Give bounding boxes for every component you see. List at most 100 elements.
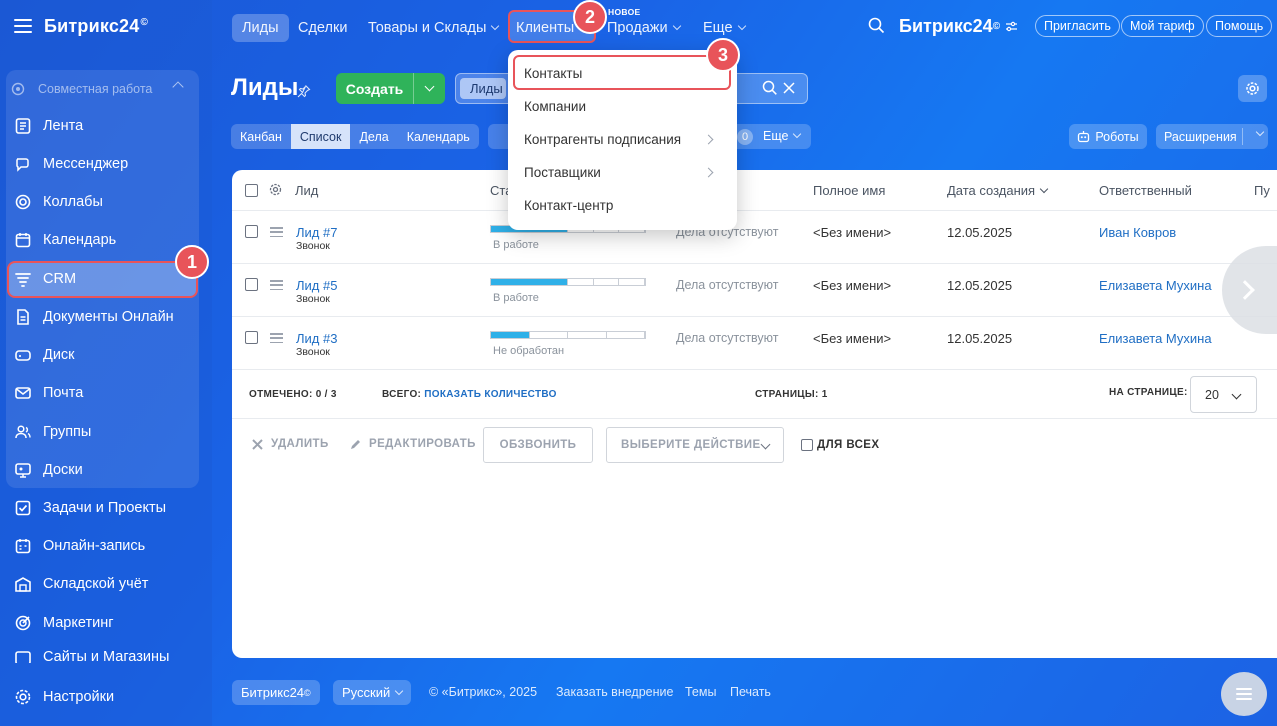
- board-icon: [15, 463, 31, 478]
- themes-link[interactable]: Темы: [685, 685, 716, 699]
- step-badge-2: 2: [573, 0, 607, 34]
- help-button[interactable]: Помощь: [1206, 15, 1273, 37]
- sidebar-item-mail[interactable]: Почта: [14, 381, 194, 405]
- column-header-responsible[interactable]: Ответственный: [1099, 183, 1192, 198]
- menu-item-contact-center[interactable]: Контакт-центр: [524, 198, 613, 213]
- sidebar-item-crm[interactable]: CRM: [14, 267, 194, 291]
- tab-sales[interactable]: Продажи: [607, 14, 681, 42]
- search-icon[interactable]: [762, 80, 778, 96]
- lead-source: Звонок: [296, 293, 330, 305]
- select-all-checkbox[interactable]: [245, 184, 258, 197]
- print-link[interactable]: Печать: [730, 685, 771, 699]
- view-tab-kanban[interactable]: Канбан: [231, 124, 291, 149]
- tab-deals[interactable]: Сделки: [298, 14, 347, 42]
- column-header-extra[interactable]: Пу: [1254, 183, 1270, 198]
- brand[interactable]: Битрикс24 ©: [899, 16, 1018, 37]
- per-page-select[interactable]: 20: [1190, 376, 1257, 413]
- tab-products[interactable]: Товары и Склады: [368, 14, 500, 42]
- menu-item-suppliers[interactable]: Поставщики: [524, 165, 601, 180]
- document-icon: [17, 309, 29, 325]
- chevron-right-icon: [703, 167, 714, 178]
- sidebar-item-marketing[interactable]: Маркетинг: [14, 611, 194, 635]
- view-tab-list[interactable]: Список: [290, 124, 351, 149]
- column-header-lead[interactable]: Лид: [295, 183, 318, 198]
- sidebar-item-collabs[interactable]: Коллабы: [14, 190, 194, 214]
- created-date-cell: 12.05.2025: [947, 331, 1013, 346]
- view-tab-activities[interactable]: Дела: [350, 124, 397, 149]
- sidebar-group-title[interactable]: Совместная работа: [10, 78, 190, 100]
- sidebar-item-calendar[interactable]: Календарь: [14, 228, 194, 252]
- sidebar-item-settings[interactable]: Настройки: [14, 685, 194, 709]
- counters-more-button[interactable]: Еще: [763, 129, 802, 143]
- drag-handle-icon[interactable]: [270, 333, 283, 343]
- row-checkbox[interactable]: [245, 331, 258, 344]
- edit-button[interactable]: РЕДАКТИРОВАТЬ: [350, 438, 476, 450]
- sidebar-item-booking[interactable]: Онлайн-запись: [14, 534, 194, 558]
- mail-icon: [15, 387, 31, 399]
- row-checkbox[interactable]: [245, 278, 258, 291]
- settings-button[interactable]: [1238, 75, 1267, 102]
- sidebar-item-disk[interactable]: Диск: [14, 343, 194, 367]
- close-icon[interactable]: [783, 82, 795, 94]
- lead-title-link[interactable]: Лид #3: [296, 331, 337, 346]
- pin-icon[interactable]: [297, 84, 311, 98]
- column-header-created[interactable]: Дата создания: [947, 183, 1049, 198]
- tariff-button[interactable]: Мой тариф: [1121, 15, 1204, 37]
- column-header-full-name[interactable]: Полное имя: [813, 183, 885, 198]
- create-dropdown-toggle[interactable]: [414, 81, 445, 92]
- lead-title-link[interactable]: Лид #7: [296, 225, 337, 240]
- sidebar-item-warehouse[interactable]: Складской учёт: [14, 572, 194, 596]
- extensions-button[interactable]: Расширения: [1156, 124, 1268, 149]
- view-switcher: Канбан Список Дела Календарь: [231, 124, 479, 149]
- progress-fill: [491, 279, 568, 285]
- create-button[interactable]: Создать: [336, 73, 445, 104]
- stage-progress-bar[interactable]: [490, 331, 646, 339]
- menu-icon[interactable]: [14, 19, 32, 33]
- sidebar-item-sites[interactable]: Сайты и Магазины: [14, 649, 194, 663]
- for-all-checkbox[interactable]: ДЛЯ ВСЕХ: [801, 439, 879, 451]
- sidebar-item-docs[interactable]: Документы Онлайн: [14, 305, 194, 329]
- sidebar-item-tasks[interactable]: Задачи и Проекты: [14, 496, 194, 520]
- responsible-link[interactable]: Иван Ковров: [1099, 225, 1176, 240]
- counter-badge[interactable]: 0: [737, 129, 753, 145]
- gear-icon[interactable]: [269, 183, 282, 196]
- gear-icon: [1246, 82, 1259, 95]
- invite-button[interactable]: Пригласить: [1035, 15, 1120, 37]
- step-badge-1: 1: [175, 245, 209, 279]
- tab-leads[interactable]: Лиды: [232, 14, 289, 42]
- menu-item-signing-counterparties[interactable]: Контрагенты подписания: [524, 132, 681, 147]
- choose-action-select[interactable]: ВЫБЕРИТЕ ДЕЙСТВИЕ: [606, 427, 784, 463]
- stage-progress-bar[interactable]: [490, 278, 646, 286]
- selected-count: ОТМЕЧЕНО: 0 / 3: [249, 389, 337, 400]
- sidebar-item-messenger[interactable]: Мессенджер: [14, 152, 194, 176]
- robots-button[interactable]: Роботы: [1069, 124, 1147, 149]
- delete-button[interactable]: УДАЛИТЬ: [252, 438, 329, 450]
- total-count: ВСЕГО: ПОКАЗАТЬ КОЛИЧЕСТВО: [382, 389, 557, 400]
- drag-handle-icon[interactable]: [270, 227, 283, 237]
- call-button[interactable]: ОБЗВОНИТЬ: [483, 427, 593, 463]
- show-count-link[interactable]: ПОКАЗАТЬ КОЛИЧЕСТВО: [424, 389, 556, 400]
- full-name-cell: <Без имени>: [813, 331, 892, 346]
- menu-item-companies[interactable]: Компании: [524, 99, 586, 114]
- language-select[interactable]: Русский: [333, 680, 412, 705]
- responsible-link[interactable]: Елизавета Мухина: [1099, 278, 1212, 293]
- row-checkbox[interactable]: [245, 225, 258, 238]
- activity-cell: Дела отсутствуют: [676, 331, 779, 345]
- logo[interactable]: Битрикс24©: [44, 16, 148, 37]
- chevron-down-icon[interactable]: [1255, 127, 1265, 137]
- search-icon[interactable]: [868, 17, 885, 34]
- full-name-cell: <Без имени>: [813, 278, 892, 293]
- sidebar-item-feed[interactable]: Лента: [14, 114, 194, 138]
- responsible-link[interactable]: Елизавета Мухина: [1099, 331, 1212, 346]
- chevron-right-icon: [703, 134, 714, 145]
- view-tab-calendar[interactable]: Календарь: [398, 124, 479, 149]
- footer-brand-button[interactable]: Битрикс24 ©: [232, 680, 320, 705]
- filter-chip[interactable]: Лиды: [460, 78, 506, 99]
- sidebar-item-boards[interactable]: Доски: [14, 458, 194, 482]
- tasks-icon: [15, 500, 31, 516]
- sidebar-item-groups[interactable]: Группы: [14, 420, 194, 444]
- lead-title-link[interactable]: Лид #5: [296, 278, 337, 293]
- order-implementation-link[interactable]: Заказать внедрение: [556, 685, 673, 699]
- chat-button[interactable]: [1221, 672, 1267, 716]
- drag-handle-icon[interactable]: [270, 280, 283, 290]
